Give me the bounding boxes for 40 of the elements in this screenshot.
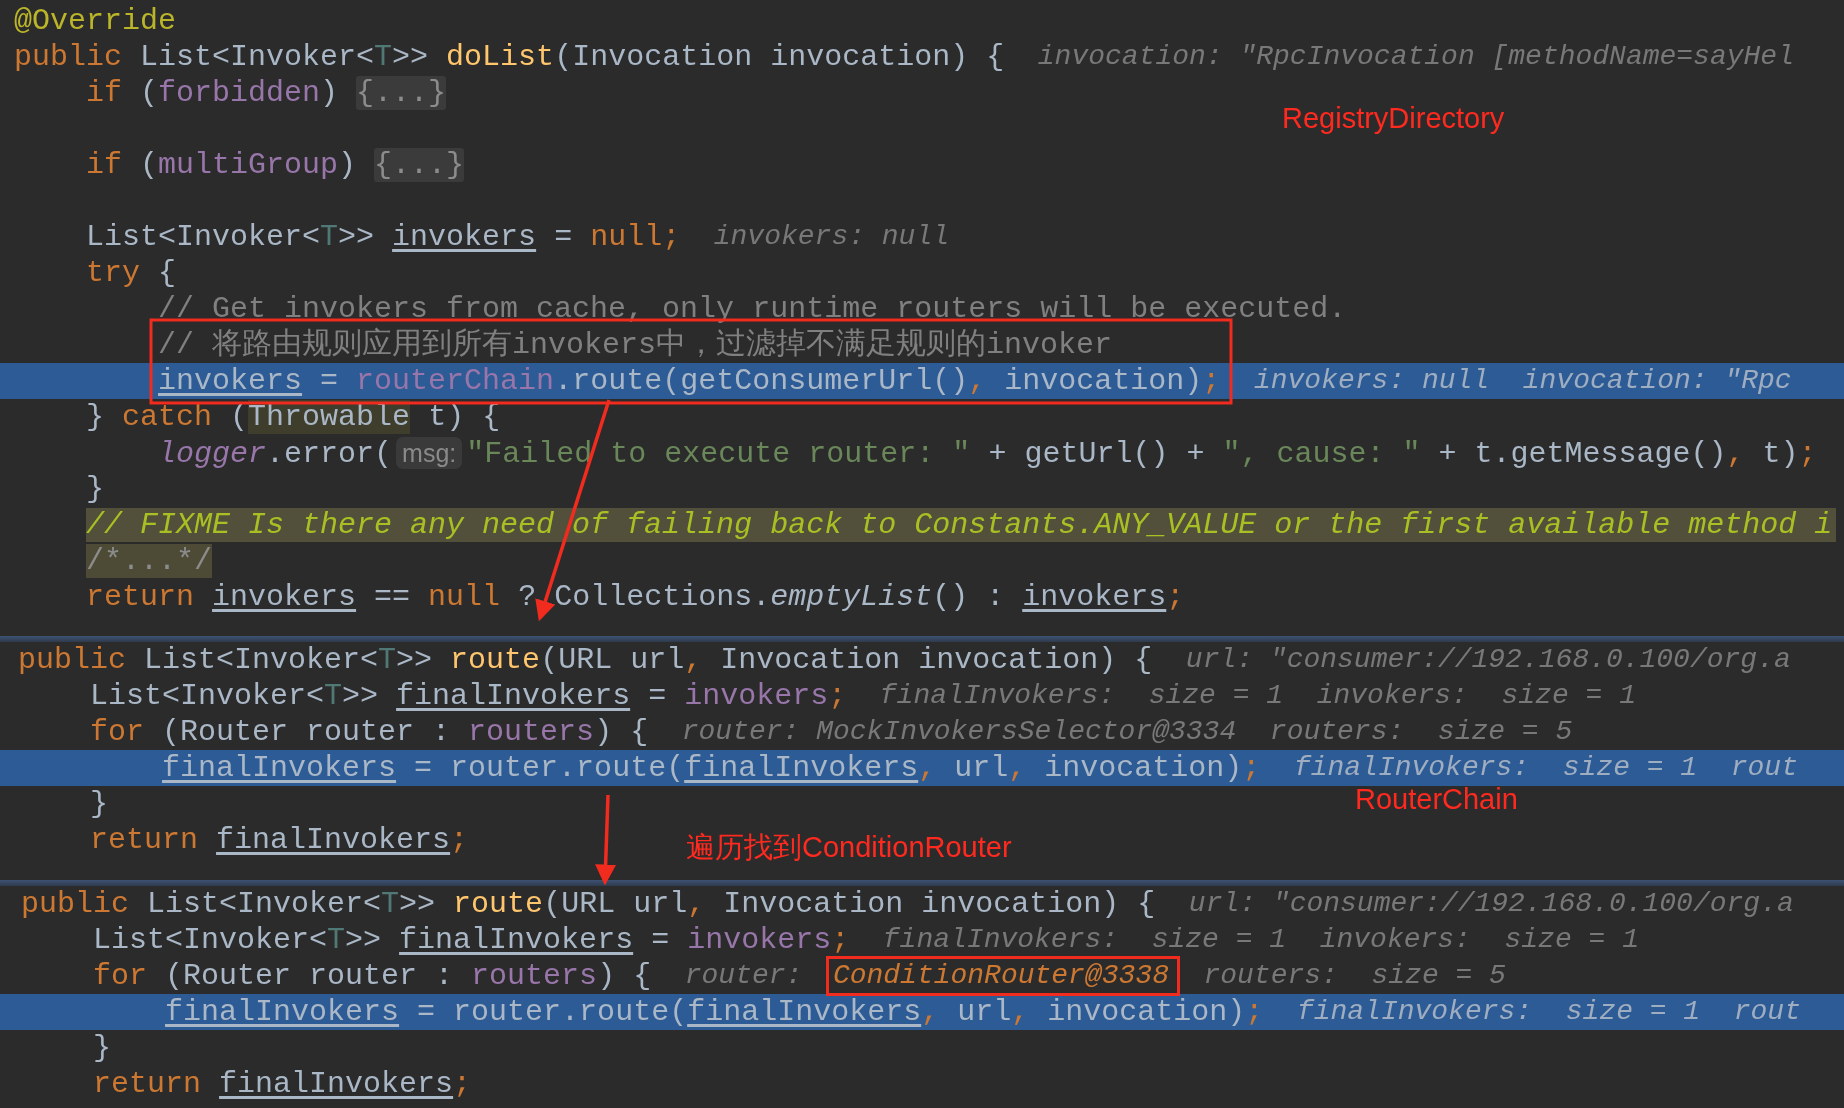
code-line: public List<Invoker<T>> doList(Invocation invocation) { [14,39,1005,75]
inline-debug-value: finalInvokers: size = 1 invokers: size = 1 [879,679,1636,713]
code-line: logger.error( msg: "Failed to execute router: " + getUrl() + ", cause: " + t.getMessage(), t); [157,435,1817,472]
code-line: if (forbidden) {...} [85,75,447,111]
inline-debug-value: invokers: null invocation: "Rpc [1253,364,1792,398]
code-line: List<Invoker<T>> invokers = null; [85,219,681,255]
code-line: invokers = routerChain.route(getConsumerUrl(), invocation); [157,363,1221,399]
annotation-label: RegistryDirectory [1282,101,1505,136]
code-line: } [89,786,109,822]
inline-debug-value: finalInvokers: size = 1 invokers: size = 1 [882,923,1639,957]
annotation-label: RouterChain [1355,782,1518,817]
code-line: for (Router router : routers) { [89,714,649,750]
code-line: public List<Invoker<T>> route(URL url, Invocation invocation) { [21,886,1156,922]
code-line: finalInvokers = router.route(finalInvokers, url, invocation); [164,994,1264,1030]
code-line: return finalInvokers; [92,1066,472,1102]
code-line: List<Invoker<T>> finalInvokers = invokers; [89,678,847,714]
code-line: return invokers == null ? Collections.emptyList() : invokers; [85,579,1185,615]
code-line: try { [85,255,177,291]
code-line: for (Router router : routers) { [92,958,652,994]
annotation-label: 遍历找到ConditionRouter [686,830,1012,865]
code-line: } [85,471,105,507]
inline-debug-value: router: [684,959,803,993]
framed-debug-value: ConditionRouter@3338 [825,956,1180,996]
code-line: finalInvokers = router.route(finalInvokers, url, invocation); [161,750,1261,786]
inline-debug-value: finalInvokers: size = 1 rout [1293,751,1798,785]
inline-debug-value: routers: size = 5 [1203,959,1506,993]
code-line: return finalInvokers; [89,822,469,858]
code-line: // Get invokers from cache, only runtime routers will be executed. [157,291,1347,327]
code-line: // 将路由规则应用到所有invokers中，过滤掉不满足规则的invoker [157,327,1113,363]
code-line: if (multiGroup) {...} [85,147,465,183]
code-line: public List<Invoker<T>> route(URL url, Invocation invocation) { [18,642,1153,678]
inline-debug-value: finalInvokers: size = 1 rout [1296,995,1801,1029]
code-line: List<Invoker<T>> finalInvokers = invokers; [92,922,850,958]
inline-debug-value: url: "consumer://192.168.0.100/org.a [1188,887,1794,921]
code-line: } [92,1030,112,1066]
inline-debug-value: invocation: "RpcInvocation [methodName=sayHel [1037,40,1794,74]
inline-debug-value: invokers: null [713,220,949,254]
inline-debug-value: url: "consumer://192.168.0.100/org.a [1185,643,1791,677]
inline-debug-value: router: MockInvokersSelector@3334 routers: size = 5 [681,715,1573,749]
code-line: @Override [14,3,177,39]
